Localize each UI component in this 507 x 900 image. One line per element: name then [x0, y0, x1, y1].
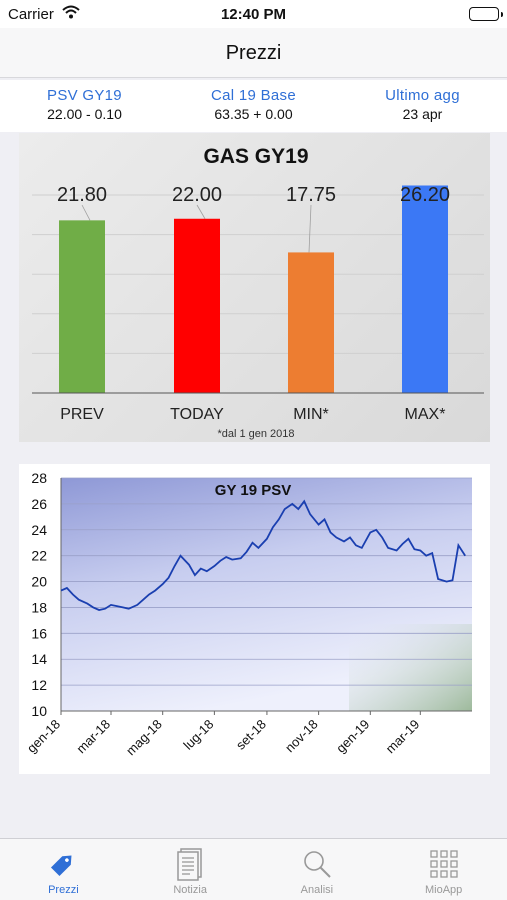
x-tick-label: lug-18	[180, 717, 216, 753]
summary-psv-gy19[interactable]: PSV GY19 22.00 - 0.10	[0, 80, 169, 132]
line-chart-title: GY 19 PSV	[215, 482, 291, 499]
x-tick-label: set-18	[233, 717, 269, 753]
bar	[174, 218, 220, 393]
bar-chart-title: GAS GY19	[203, 145, 308, 168]
tab-bar: Prezzi Notizia Analisi MioApp	[0, 838, 507, 900]
summary-label: Ultimo agg	[385, 87, 460, 104]
summary-value: 63.35 + 0.00	[214, 106, 293, 122]
summary-value: 23 apr	[402, 106, 443, 122]
x-tick-label: mar-18	[73, 717, 113, 757]
bar-chart-footnote: *dal 1 gen 2018	[217, 428, 294, 440]
bar-chart-card: GAS GY19 21.80 22.00 17.75 26.20 PREV TODAY M…	[19, 133, 490, 442]
document-icon	[177, 848, 202, 881]
tag-icon	[51, 855, 72, 877]
bar-value-label: 22.00	[172, 184, 222, 206]
line-chart: 10 12 14 16 18 20 22 24 26 28 gen-18 mar-18 mag-18 l…	[24, 470, 472, 759]
summary-label: PSV GY19	[47, 87, 122, 104]
y-tick-label: 14	[31, 651, 47, 667]
bar-value-label: 26.20	[400, 184, 450, 206]
battery-icon	[469, 7, 503, 21]
x-tick-label: nov-18	[282, 717, 321, 756]
tab-prezzi[interactable]: Prezzi	[0, 839, 127, 900]
grid-icon	[429, 850, 458, 878]
summary-cal19-base[interactable]: Cal 19 Base 63.35 + 0.00	[169, 80, 338, 132]
price-summary: PSV GY19 22.00 - 0.10 Cal 19 Base 63.35 …	[0, 80, 507, 132]
tab-notizia[interactable]: Notizia	[127, 839, 254, 900]
x-tick-label: gen-18	[24, 717, 63, 756]
y-tick-label: 24	[31, 522, 47, 538]
tab-label: Prezzi	[48, 884, 79, 896]
plot-corner-shade	[349, 624, 472, 711]
bar-category-label: TODAY	[170, 406, 224, 423]
status-bar: Carrier 12:40 PM	[0, 0, 507, 28]
tab-label: Analisi	[300, 884, 334, 896]
bar-category-label: PREV	[60, 406, 104, 423]
bar-value-label: 21.80	[57, 184, 107, 206]
bar-category-label: MAX*	[405, 406, 446, 423]
navigation-bar: Prezzi	[0, 28, 507, 78]
summary-label: Cal 19 Base	[210, 87, 297, 104]
bar-leader-line	[196, 204, 206, 219]
y-tick-label: 18	[31, 599, 47, 615]
bar-value-label: 17.75	[286, 184, 336, 206]
y-tick-label: 28	[31, 470, 47, 486]
line-chart-card: 10 12 14 16 18 20 22 24 26 28 gen-18 mar-18 mag-18 l…	[19, 464, 490, 774]
x-tick-label: gen-19	[333, 717, 372, 756]
y-tick-label: 16	[31, 625, 47, 641]
page-title: Prezzi	[225, 42, 282, 64]
tab-label: MioApp	[424, 884, 463, 896]
y-tick-label: 20	[31, 574, 47, 590]
bar-leader-line	[81, 204, 91, 221]
bar	[288, 252, 334, 393]
y-tick-label: 26	[31, 496, 47, 512]
x-tick-label: mag-18	[123, 717, 165, 759]
tab-label: Notizia	[173, 884, 207, 896]
status-time: 12:40 PM	[220, 6, 287, 23]
bar	[59, 220, 105, 393]
magnifier-icon	[304, 851, 331, 878]
summary-last-update[interactable]: Ultimo agg 23 apr	[338, 80, 507, 132]
bar-leader-line	[308, 204, 312, 253]
bar	[402, 185, 448, 393]
y-tick-label: 22	[31, 548, 47, 564]
tab-mioapp[interactable]: MioApp	[380, 839, 507, 900]
bar-chart: GAS GY19 21.80 22.00 17.75 26.20 PREV TODAY M…	[32, 145, 484, 440]
summary-value: 22.00 - 0.10	[47, 106, 122, 122]
bar-category-label: MIN*	[293, 406, 329, 423]
tab-analisi[interactable]: Analisi	[254, 839, 381, 900]
y-tick-label: 12	[31, 677, 47, 693]
x-tick-label: mar-19	[383, 717, 423, 757]
y-tick-label: 10	[31, 703, 47, 719]
